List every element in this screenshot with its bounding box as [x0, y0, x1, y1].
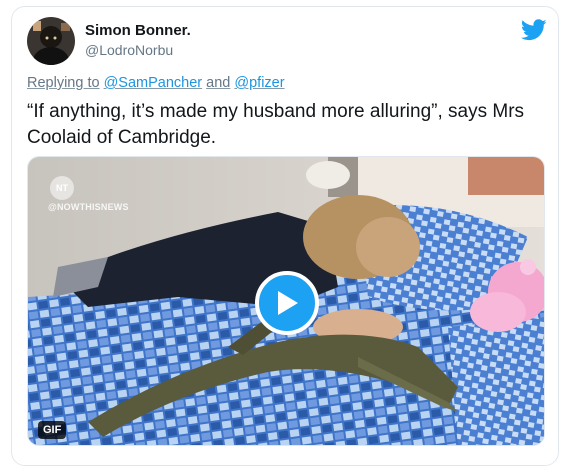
play-button[interactable] — [255, 271, 319, 335]
reply-context: Replying to @SamPancher and @pfizer — [27, 75, 285, 91]
tweet-text: “If anything, it’s made my husband more … — [27, 101, 525, 148]
nowthis-logo: NT — [50, 176, 74, 200]
reply-and: and — [206, 75, 231, 91]
gif-media[interactable]: NT @NOWTHISNEWS GIF — [27, 156, 545, 446]
author-name[interactable]: Simon Bonner. — [85, 22, 191, 39]
twitter-bird-icon[interactable] — [520, 19, 547, 41]
reply-prefix: Replying to — [27, 75, 100, 91]
tweet-card[interactable]: Simon Bonner. @LodroNorbu Replying to @S… — [11, 6, 559, 466]
author-handle[interactable]: @LodroNorbu — [85, 42, 173, 58]
nowthis-watermark: @NOWTHISNEWS — [48, 202, 129, 212]
reply-mention-pfizer[interactable]: @pfizer — [234, 75, 284, 91]
author-avatar[interactable] — [27, 17, 75, 65]
reply-mention-sampancher[interactable]: @SamPancher — [104, 75, 203, 91]
play-icon — [278, 291, 298, 315]
gif-badge: GIF — [38, 421, 67, 439]
